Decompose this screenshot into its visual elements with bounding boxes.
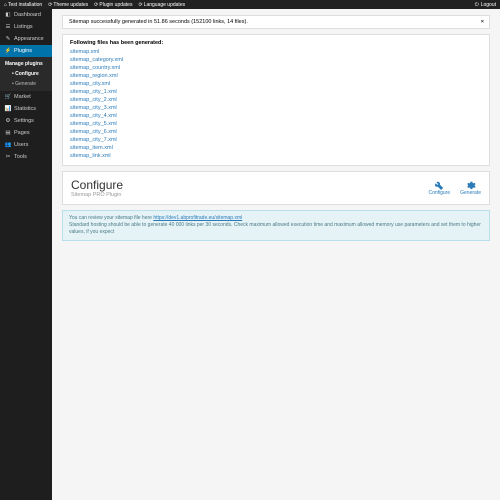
file-link[interactable]: sitemap_city_1.xml [70,88,482,96]
generate-button[interactable]: Generate [460,180,481,196]
power-icon: ⏻ [475,2,479,8]
close-icon[interactable]: × [481,19,484,25]
sidebar: ◧Dashboard ☰Listings ✎Appearance ⚡Plugin… [0,9,52,500]
configure-header: Configure Sitemap PRO Plugin Configure G… [62,171,490,205]
sidebar-item-users[interactable]: 👥Users [0,139,52,151]
sidebar-item-pages[interactable]: ▤Pages [0,127,52,139]
gear-icon: ⚙ [5,118,11,124]
page-title: Configure [71,178,123,192]
topbar-home[interactable]: ⌂ Test installation [4,2,42,8]
file-link[interactable]: sitemap_city_7.xml [70,136,482,144]
alert-text: Sitemap successfully generated in 51.86 … [69,19,248,25]
file-link[interactable]: sitemap_item.xml [70,144,482,152]
topbar: ⌂ Test installation ⟳ Theme updates ⟳ Pl… [0,0,500,9]
sidebar-item-settings[interactable]: ⚙Settings [0,115,52,127]
sidebar-item-statistics[interactable]: 📊Statistics [0,103,52,115]
file-link[interactable]: sitemap_city_6.xml [70,128,482,136]
generated-files-box: Following files has been generated: site… [62,34,490,166]
topbar-theme-updates[interactable]: ⟳ Theme updates [48,2,88,8]
page-subtitle: Sitemap PRO Plugin [71,192,121,198]
page-icon: ▤ [5,130,11,136]
configure-button[interactable]: Configure [428,180,450,196]
sidebar-item-tools[interactable]: ✂Tools [0,151,52,163]
sidebar-item-listings[interactable]: ☰Listings [0,21,52,33]
refresh-icon: ⟳ [48,2,52,8]
sidebar-submenu: Manage plugins Configure • Generate [0,57,52,91]
sidebar-item-plugins[interactable]: ⚡Plugins [0,45,52,57]
success-alert: Sitemap successfully generated in 51.86 … [62,15,490,29]
file-link[interactable]: sitemap_category.xml [70,56,482,64]
file-link[interactable]: sitemap_region.xml [70,72,482,80]
brush-icon: ✎ [5,36,11,42]
file-link[interactable]: sitemap.xml [70,48,482,56]
stats-icon: 📊 [5,106,11,112]
file-link[interactable]: sitemap_city_4.xml [70,112,482,120]
logout-button[interactable]: ⏻ Logout [475,2,496,8]
refresh-icon: ⟳ [94,2,98,8]
sidebar-item-dashboard[interactable]: ◧Dashboard [0,9,52,21]
sidebar-sub-configure[interactable]: Configure [0,69,52,79]
plug-icon: ⚡ [5,48,11,54]
sidebar-sub-head[interactable]: Manage plugins [0,59,52,69]
files-heading: Following files has been generated: [70,40,482,46]
dashboard-icon: ◧ [5,12,11,18]
sitemap-link[interactable]: https://dev1.abprofitrade.eu/sitemap.xml [153,215,242,221]
wrench-icon [434,180,444,190]
list-icon: ☰ [5,24,11,30]
refresh-icon: ⟳ [138,2,142,8]
topbar-plugin-updates[interactable]: ⟳ Plugin updates [94,2,132,8]
file-link[interactable]: sitemap_link.xml [70,152,482,160]
file-link[interactable]: sitemap_city_3.xml [70,104,482,112]
cart-icon: 🛒 [5,94,11,100]
sidebar-item-market[interactable]: 🛒Market [0,91,52,103]
file-link[interactable]: sitemap_city_2.xml [70,96,482,104]
info-note: You can review your sitemap file here ht… [62,210,490,241]
sidebar-item-appearance[interactable]: ✎Appearance [0,33,52,45]
file-link[interactable]: sitemap_city_5.xml [70,120,482,128]
tools-icon: ✂ [5,154,11,160]
topbar-language-updates[interactable]: ⟳ Language updates [138,2,185,8]
file-link[interactable]: sitemap_country.xml [70,64,482,72]
file-link[interactable]: sitemap_city.xml [70,80,482,88]
sidebar-sub-generate[interactable]: • Generate [0,79,52,89]
users-icon: 👥 [5,142,11,148]
gear-icon [466,180,476,190]
home-icon: ⌂ [4,2,7,8]
content: Sitemap successfully generated in 51.86 … [52,9,500,500]
